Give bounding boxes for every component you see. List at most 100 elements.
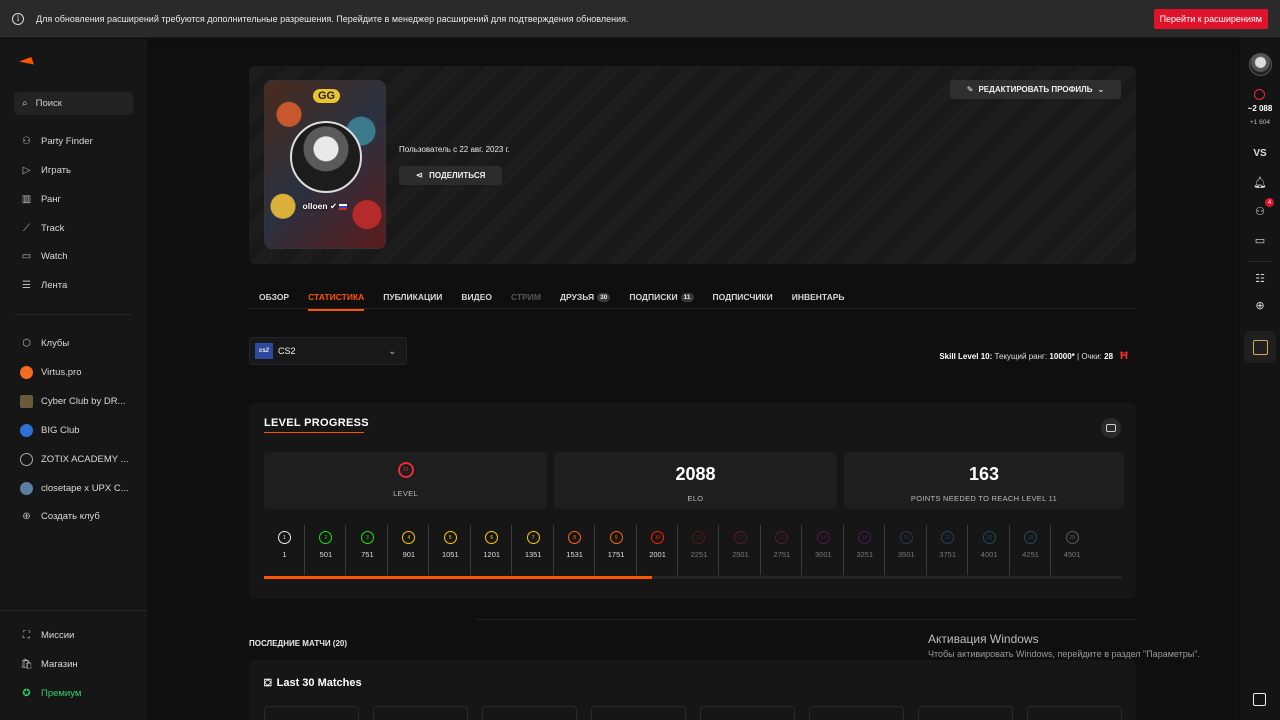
chat-icon[interactable]: ▭ (1240, 234, 1280, 247)
vs-icon[interactable]: VS (1240, 148, 1280, 159)
level-tick-10: 10 2001 (637, 525, 679, 579)
closetape-club-icon (20, 482, 33, 495)
points-needed-value: 163 (968, 464, 1000, 484)
match-card[interactable] (482, 706, 577, 720)
party-icon[interactable]: ☷ (1240, 272, 1280, 285)
match-card[interactable] (264, 706, 359, 720)
nickname: olloen ✔ (265, 201, 385, 212)
level-threshold: 1201 (483, 550, 501, 559)
faceit-logo-icon[interactable] (19, 57, 34, 69)
faceit-bottom-icon[interactable] (1253, 693, 1266, 706)
sidebar-club-cyber-club[interactable]: Cyber Club by DR... (20, 395, 125, 408)
game-select[interactable]: cs2 CS2 ⌄ (249, 337, 407, 365)
level-tick-19: 19 4251 (1010, 525, 1052, 579)
level-12-icon: 12 (733, 531, 747, 544)
level-tick-6: 6 1201 (471, 525, 513, 579)
level-tick-9: 9 1751 (596, 525, 637, 579)
level-tick-14: 14 3001 (803, 525, 844, 579)
match-card[interactable] (1027, 706, 1122, 720)
sidebar-item-rank[interactable]: ▥ Ранг (20, 193, 61, 206)
match-card[interactable] (591, 706, 686, 720)
friends-icon[interactable]: ⚇ (1240, 205, 1280, 218)
sidebar-item-feed[interactable]: ☰ Лента (20, 279, 67, 292)
extension-permission-banner: i Для обновления расширений требуются до… (0, 0, 1280, 38)
sidebar-item-watch[interactable]: ▭ Watch (20, 250, 68, 263)
level-4-icon: 4 (402, 531, 416, 544)
match-card[interactable] (809, 706, 904, 720)
match-card[interactable] (373, 706, 468, 720)
level-16-icon: 16 (899, 531, 913, 544)
level-2-icon: 2 (319, 531, 333, 544)
sidebar-item-shop[interactable]: 🛍 Магазин (20, 658, 78, 671)
russia-flag-icon (339, 203, 348, 210)
match-card[interactable] (918, 706, 1013, 720)
anticheat-chip-icon[interactable] (1244, 331, 1276, 363)
feed-icon: ☰ (22, 280, 31, 291)
points-needed-label: POINTS NEEDED TO REACH LEVEL 11 (910, 494, 1058, 503)
sidebar-item-label: Ранг (41, 194, 62, 205)
level-threshold: 1531 (566, 550, 583, 559)
tab-label: ДРУЗЬЯ (559, 292, 595, 302)
sidebar-item-label: Создать клуб (41, 511, 100, 522)
chevron-down-icon: ⌄ (1097, 85, 1105, 94)
panel-title-text: Last 30 Matches (276, 677, 362, 689)
bell-icon[interactable]: 🔔︎ (1240, 176, 1280, 189)
sidebar-item-play[interactable]: ▷ Играть (20, 164, 71, 177)
rank-icon: ▥ (21, 194, 32, 205)
level-9-icon: 9 (609, 531, 623, 544)
sidebar-club-virtus-pro[interactable]: Virtus.pro (20, 366, 81, 379)
level-tick-3: 3 751 (347, 525, 388, 579)
level-14-icon: 14 (816, 531, 830, 544)
tab-stream: СТРИМ (511, 289, 541, 305)
big-club-icon (20, 424, 33, 437)
tab-inventory[interactable]: ИНВЕНТАРЬ (792, 289, 845, 305)
level-threshold: 1751 (607, 550, 625, 559)
tab-publications[interactable]: ПУБЛИКАЦИИ (383, 289, 442, 305)
sidebar-club-big-club[interactable]: BIG Club (20, 424, 80, 437)
level-progress-title: LEVEL PROGRESS (264, 417, 369, 429)
tabs-divider (249, 308, 1136, 309)
level-threshold: 1051 (441, 550, 459, 559)
sidebar-club-zotix-academy[interactable]: ZOTIX ACADEMY ... (20, 453, 128, 466)
sidebar-item-label: Virtus.pro (41, 367, 82, 378)
edit-profile-button[interactable]: ✎ РЕДАКТИРОВАТЬ ПРОФИЛЬ ⌄ (950, 80, 1121, 99)
right-rail: ~2 088 +1 604 VS 🔔︎ ⚇ 4 ▭ ☷ ⊕ (1240, 39, 1280, 720)
level-threshold: 2251 (690, 550, 708, 559)
level-tick-20: 20 4501 (1052, 525, 1093, 579)
share-button[interactable]: ⋖ ПОДЕЛИТЬСЯ (399, 166, 502, 185)
match-card[interactable] (700, 706, 795, 720)
sidebar-item-clubs[interactable]: ⬡ Клубы (20, 337, 69, 350)
go-to-extensions-button[interactable]: Перейти к расширениям (1153, 8, 1268, 29)
tab-label: ПОДПИСКИ (629, 292, 678, 302)
sidebar-item-premium[interactable]: ✪ Премиум (20, 687, 81, 700)
sidebar-item-track[interactable]: ⟋ Track (20, 222, 64, 235)
track-icon: ⟋ (23, 223, 30, 234)
tab-statistics[interactable]: СТАТИСТИКА (308, 289, 365, 311)
share-label: ПОДЕЛИТЬСЯ (429, 171, 486, 180)
tab-friends[interactable]: ДРУЗЬЯ 30 (559, 289, 611, 305)
sidebar-club-closetape[interactable]: closetape x UPX C... (20, 482, 129, 495)
level-tick-16: 16 3501 (886, 525, 927, 579)
info-icon: i (12, 12, 24, 25)
user-avatar[interactable] (1249, 53, 1272, 76)
sidebar-item-missions[interactable]: ⛶ Миссии (20, 629, 74, 642)
tab-label: ОБЗОР (259, 292, 290, 302)
faceit-points-icon: Ħ (1120, 350, 1128, 362)
watch-icon: ▭ (21, 251, 32, 262)
play-icon: ▷ (22, 165, 31, 176)
level-threshold: 3001 (814, 550, 832, 559)
sidebar-item-party-finder[interactable]: ⚇ Party Finder (20, 135, 93, 148)
search-input[interactable]: ⌕ Поиск (14, 92, 133, 115)
create-club-button[interactable]: ⊕ Создать клуб (20, 510, 100, 523)
level-7-icon: 7 (526, 531, 540, 544)
tab-subscribers[interactable]: ПОДПИСЧИКИ (713, 289, 773, 305)
level-1-icon: 1 (278, 531, 291, 544)
tab-video[interactable]: ВИДЕО (461, 289, 492, 305)
chip-icon[interactable] (1101, 418, 1121, 438)
add-icon[interactable]: ⊕ (1240, 299, 1280, 312)
tab-overview[interactable]: ОБЗОР (259, 289, 289, 305)
clubs-icon: ⬡ (22, 338, 31, 349)
tab-subscriptions[interactable]: ПОДПИСКИ 11 (629, 289, 694, 305)
elo-stat: 2088 ELO (554, 452, 837, 509)
share-icon: ⋖ (415, 170, 424, 180)
